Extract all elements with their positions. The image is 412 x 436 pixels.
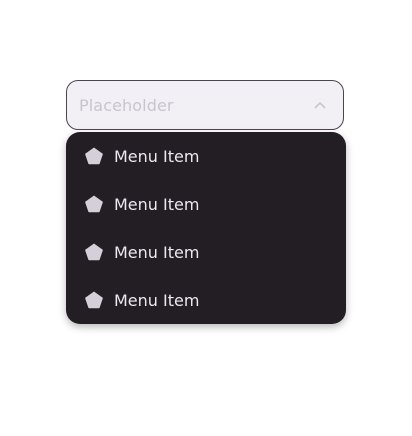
select-trigger[interactable]: Placeholder (66, 80, 344, 130)
menu-item-label: Menu Item (114, 290, 200, 310)
pentagon-icon (84, 242, 104, 262)
dropdown-menu: Menu Item Menu Item Menu Item Menu Item (66, 132, 346, 324)
chevron-up-icon (313, 98, 327, 112)
menu-item-label: Menu Item (114, 242, 200, 262)
menu-item-label: Menu Item (114, 146, 200, 166)
select-component: Placeholder Menu Item Menu Item Menu Ite… (0, 0, 412, 436)
pentagon-icon (84, 290, 104, 310)
pentagon-icon (84, 194, 104, 214)
menu-item[interactable]: Menu Item (66, 132, 346, 180)
menu-item-label: Menu Item (114, 194, 200, 214)
menu-item[interactable]: Menu Item (66, 228, 346, 276)
menu-item[interactable]: Menu Item (66, 180, 346, 228)
menu-item[interactable]: Menu Item (66, 276, 346, 324)
pentagon-icon (84, 146, 104, 166)
select-placeholder: Placeholder (79, 95, 174, 115)
